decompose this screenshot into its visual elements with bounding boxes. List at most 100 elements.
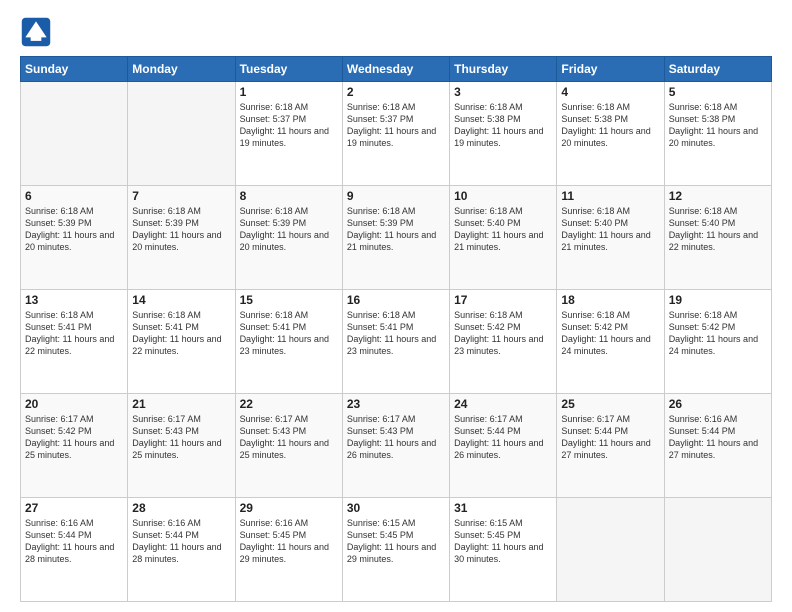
calendar-cell: 22Sunrise: 6:17 AM Sunset: 5:43 PM Dayli… — [235, 394, 342, 498]
day-info: Sunrise: 6:18 AM Sunset: 5:42 PM Dayligh… — [669, 309, 767, 358]
calendar-cell: 6 Sunrise: 6:18 AM Sunset: 5:39 PM Daylig… — [21, 186, 128, 290]
calendar-cell: 14Sunrise: 6:18 AM Sunset: 5:41 PM Dayli… — [128, 290, 235, 394]
calendar-cell: 15 Sunrise: 6:18 AM Sunset: 5:41 PM Dayli… — [235, 290, 342, 394]
calendar-page: SundayMondayTuesdayWednesdayThursdayFrid… — [0, 0, 792, 612]
calendar-cell — [557, 498, 664, 602]
weekday-header-saturday: Saturday — [664, 57, 771, 82]
day-number: 1 — [240, 85, 338, 99]
weekday-header-thursday: Thursday — [450, 57, 557, 82]
calendar-header: SundayMondayTuesdayWednesdayThursdayFrid… — [21, 57, 772, 82]
day-info: Sunrise: 6:18 AM Sunset: 5:39 PM Dayligh… — [347, 205, 445, 254]
day-info: Sunrise: 6:18 AM Sunset: 5:39 PM Dayligh… — [25, 205, 123, 254]
calendar-cell: 31Sunrise: 6:15 AM Sunset: 5:45 PM Dayli… — [450, 498, 557, 602]
day-number: 4 — [561, 85, 659, 99]
calendar-cell: 8Sunrise: 6:18 AM Sunset: 5:39 PM Daylig… — [235, 186, 342, 290]
day-number: 6 — [25, 189, 123, 203]
calendar-cell: 18 Sunrise: 6:18 AM Sunset: 5:42 PM Dayli… — [557, 290, 664, 394]
day-info: Sunrise: 6:16 AM Sunset: 5:44 PM Dayligh… — [132, 517, 230, 566]
calendar-cell: 21Sunrise: 6:17 AM Sunset: 5:43 PM Dayli… — [128, 394, 235, 498]
logo — [20, 16, 56, 48]
calendar-cell: 9 Sunrise: 6:18 AM Sunset: 5:39 PM Daylig… — [342, 186, 449, 290]
calendar-cell: 30 Sunrise: 6:15 AM Sunset: 5:45 PM Dayli… — [342, 498, 449, 602]
day-number: 26 — [669, 397, 767, 411]
day-info: Sunrise: 6:16 AM Sunset: 5:45 PM Dayligh… — [240, 517, 338, 566]
calendar-cell: 4 Sunrise: 6:18 AM Sunset: 5:38 PM Daylig… — [557, 82, 664, 186]
day-number: 10 — [454, 189, 552, 203]
calendar-cell: 29 Sunrise: 6:16 AM Sunset: 5:45 PM Dayli… — [235, 498, 342, 602]
day-number: 13 — [25, 293, 123, 307]
day-number: 14 — [132, 293, 230, 307]
calendar-cell: 1 Sunrise: 6:18 AM Sunset: 5:37 PM Daylig… — [235, 82, 342, 186]
day-info: Sunrise: 6:16 AM Sunset: 5:44 PM Dayligh… — [25, 517, 123, 566]
day-number: 24 — [454, 397, 552, 411]
day-info: Sunrise: 6:18 AM Sunset: 5:38 PM Dayligh… — [561, 101, 659, 150]
day-number: 23 — [347, 397, 445, 411]
day-info: Sunrise: 6:18 AM Sunset: 5:40 PM Dayligh… — [669, 205, 767, 254]
calendar-cell: 16 Sunrise: 6:18 AM Sunset: 5:41 PM Dayli… — [342, 290, 449, 394]
day-number: 20 — [25, 397, 123, 411]
calendar-cell: 24 Sunrise: 6:17 AM Sunset: 5:44 PM Dayli… — [450, 394, 557, 498]
day-number: 11 — [561, 189, 659, 203]
day-info: Sunrise: 6:18 AM Sunset: 5:38 PM Dayligh… — [454, 101, 552, 150]
day-info: Sunrise: 6:18 AM Sunset: 5:37 PM Dayligh… — [240, 101, 338, 150]
calendar-cell — [21, 82, 128, 186]
weekday-header-tuesday: Tuesday — [235, 57, 342, 82]
calendar-cell: 10 Sunrise: 6:18 AM Sunset: 5:40 PM Dayli… — [450, 186, 557, 290]
day-number: 19 — [669, 293, 767, 307]
day-info: Sunrise: 6:18 AM Sunset: 5:42 PM Dayligh… — [454, 309, 552, 358]
header — [20, 16, 772, 48]
day-number: 18 — [561, 293, 659, 307]
calendar-cell: 11 Sunrise: 6:18 AM Sunset: 5:40 PM Dayli… — [557, 186, 664, 290]
day-number: 31 — [454, 501, 552, 515]
calendar-table: SundayMondayTuesdayWednesdayThursdayFrid… — [20, 56, 772, 602]
day-info: Sunrise: 6:17 AM Sunset: 5:43 PM Dayligh… — [347, 413, 445, 462]
day-number: 27 — [25, 501, 123, 515]
calendar-cell: 28 Sunrise: 6:16 AM Sunset: 5:44 PM Dayli… — [128, 498, 235, 602]
day-number: 3 — [454, 85, 552, 99]
day-info: Sunrise: 6:18 AM Sunset: 5:40 PM Dayligh… — [454, 205, 552, 254]
day-info: Sunrise: 6:17 AM Sunset: 5:44 PM Dayligh… — [454, 413, 552, 462]
calendar-cell: 26Sunrise: 6:16 AM Sunset: 5:44 PM Dayli… — [664, 394, 771, 498]
day-info: Sunrise: 6:18 AM Sunset: 5:41 PM Dayligh… — [25, 309, 123, 358]
week-row-0: 1 Sunrise: 6:18 AM Sunset: 5:37 PM Daylig… — [21, 82, 772, 186]
day-number: 30 — [347, 501, 445, 515]
calendar-cell: 19 Sunrise: 6:18 AM Sunset: 5:42 PM Dayli… — [664, 290, 771, 394]
day-info: Sunrise: 6:17 AM Sunset: 5:44 PM Dayligh… — [561, 413, 659, 462]
week-row-2: 13 Sunrise: 6:18 AM Sunset: 5:41 PM Dayli… — [21, 290, 772, 394]
day-number: 15 — [240, 293, 338, 307]
week-row-4: 27 Sunrise: 6:16 AM Sunset: 5:44 PM Dayli… — [21, 498, 772, 602]
day-number: 5 — [669, 85, 767, 99]
day-number: 17 — [454, 293, 552, 307]
day-number: 25 — [561, 397, 659, 411]
calendar-cell: 12 Sunrise: 6:18 AM Sunset: 5:40 PM Dayli… — [664, 186, 771, 290]
calendar-cell: 27 Sunrise: 6:16 AM Sunset: 5:44 PM Dayli… — [21, 498, 128, 602]
week-row-3: 20Sunrise: 6:17 AM Sunset: 5:42 PM Dayli… — [21, 394, 772, 498]
weekday-header-sunday: Sunday — [21, 57, 128, 82]
day-number: 9 — [347, 189, 445, 203]
day-number: 8 — [240, 189, 338, 203]
weekday-header-wednesday: Wednesday — [342, 57, 449, 82]
day-info: Sunrise: 6:18 AM Sunset: 5:41 PM Dayligh… — [240, 309, 338, 358]
weekday-header-row: SundayMondayTuesdayWednesdayThursdayFrid… — [21, 57, 772, 82]
day-number: 2 — [347, 85, 445, 99]
calendar-cell: 17 Sunrise: 6:18 AM Sunset: 5:42 PM Dayli… — [450, 290, 557, 394]
calendar-cell: 13 Sunrise: 6:18 AM Sunset: 5:41 PM Dayli… — [21, 290, 128, 394]
day-info: Sunrise: 6:18 AM Sunset: 5:41 PM Dayligh… — [347, 309, 445, 358]
day-number: 16 — [347, 293, 445, 307]
calendar-cell — [664, 498, 771, 602]
calendar-cell: 2Sunrise: 6:18 AM Sunset: 5:37 PM Daylig… — [342, 82, 449, 186]
day-info: Sunrise: 6:15 AM Sunset: 5:45 PM Dayligh… — [347, 517, 445, 566]
day-info: Sunrise: 6:18 AM Sunset: 5:40 PM Dayligh… — [561, 205, 659, 254]
calendar-body: 1 Sunrise: 6:18 AM Sunset: 5:37 PM Daylig… — [21, 82, 772, 602]
logo-icon — [20, 16, 52, 48]
day-number: 28 — [132, 501, 230, 515]
calendar-cell: 7Sunrise: 6:18 AM Sunset: 5:39 PM Daylig… — [128, 186, 235, 290]
calendar-cell — [128, 82, 235, 186]
day-info: Sunrise: 6:18 AM Sunset: 5:42 PM Dayligh… — [561, 309, 659, 358]
day-number: 29 — [240, 501, 338, 515]
day-number: 12 — [669, 189, 767, 203]
day-number: 7 — [132, 189, 230, 203]
calendar-cell: 5Sunrise: 6:18 AM Sunset: 5:38 PM Daylig… — [664, 82, 771, 186]
calendar-cell: 3 Sunrise: 6:18 AM Sunset: 5:38 PM Daylig… — [450, 82, 557, 186]
calendar-cell: 25 Sunrise: 6:17 AM Sunset: 5:44 PM Dayli… — [557, 394, 664, 498]
